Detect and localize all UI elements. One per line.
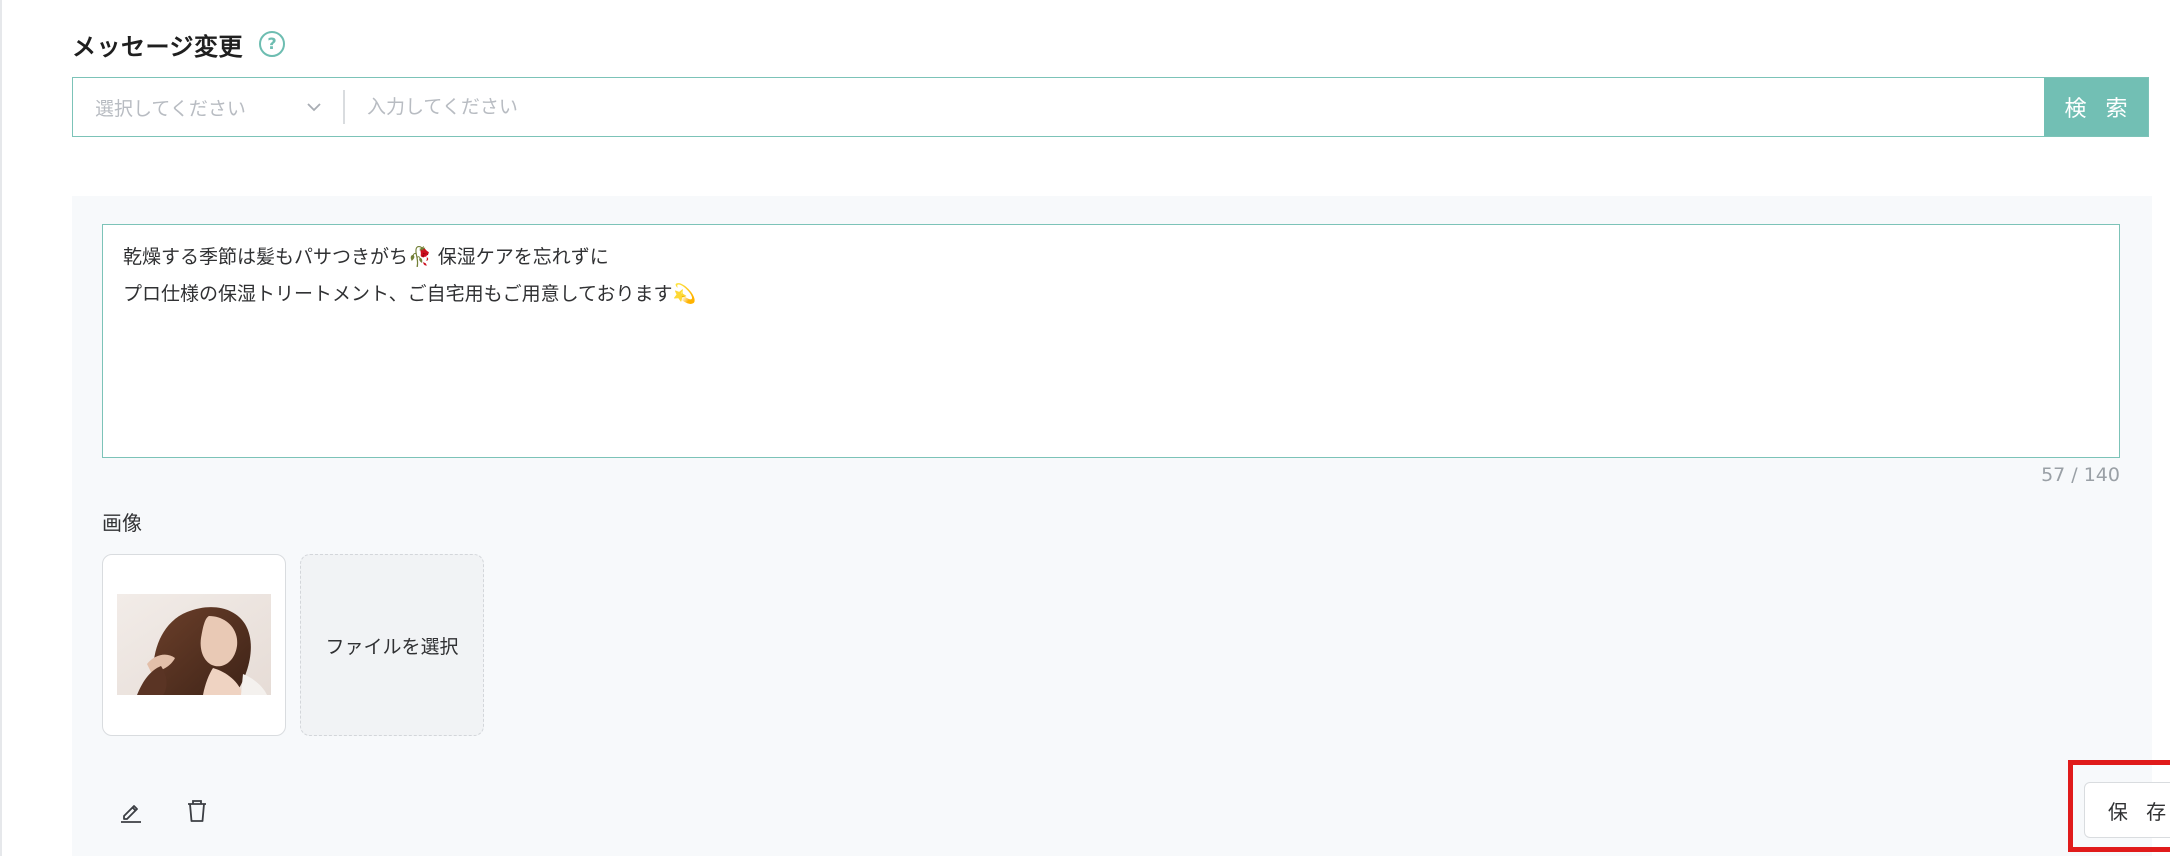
title-row: メッセージ変更 ? xyxy=(72,26,286,62)
select-placeholder: 選択してください xyxy=(95,97,246,120)
page-title: メッセージ変更 xyxy=(72,32,244,61)
search-button[interactable]: 検 索 xyxy=(2044,78,2148,136)
category-select[interactable]: 選択してください xyxy=(73,78,343,136)
question-circle-icon[interactable]: ? xyxy=(259,31,286,57)
chevron-down-icon xyxy=(307,103,321,112)
message-textarea[interactable]: 乾燥する季節は髪もパサつきがち🥀 保湿ケアを忘れずに プロ仕様の保湿トリートメン… xyxy=(102,224,2120,458)
message-panel: 乾燥する季節は髪もパサつきがち🥀 保湿ケアを忘れずに プロ仕様の保湿トリートメン… xyxy=(72,196,2170,856)
message-line: プロ仕様の保湿トリートメント、ご自宅用もご用意しております💫 xyxy=(123,283,697,305)
character-counter: 57 / 140 xyxy=(2041,464,2120,486)
trash-icon[interactable] xyxy=(182,796,212,826)
pencil-icon[interactable] xyxy=(116,796,146,826)
file-select-button[interactable]: ファイルを選択 xyxy=(300,554,484,736)
save-button[interactable]: 保 存 xyxy=(2084,782,2170,838)
image-section-label: 画像 xyxy=(102,511,142,535)
message-line: 乾燥する季節は髪もパサつきがち🥀 保湿ケアを忘れずに xyxy=(123,246,609,268)
search-input[interactable] xyxy=(345,78,2044,136)
left-border xyxy=(0,0,2,856)
search-bar: 選択してください 検 索 xyxy=(72,77,2149,137)
image-thumbnail-card[interactable] xyxy=(102,554,286,736)
uploaded-image xyxy=(117,594,271,695)
message-edit-page: メッセージ変更 ? 選択してください 検 索 乾燥する季節は髪もパサつきがち🥀 … xyxy=(0,0,2170,856)
